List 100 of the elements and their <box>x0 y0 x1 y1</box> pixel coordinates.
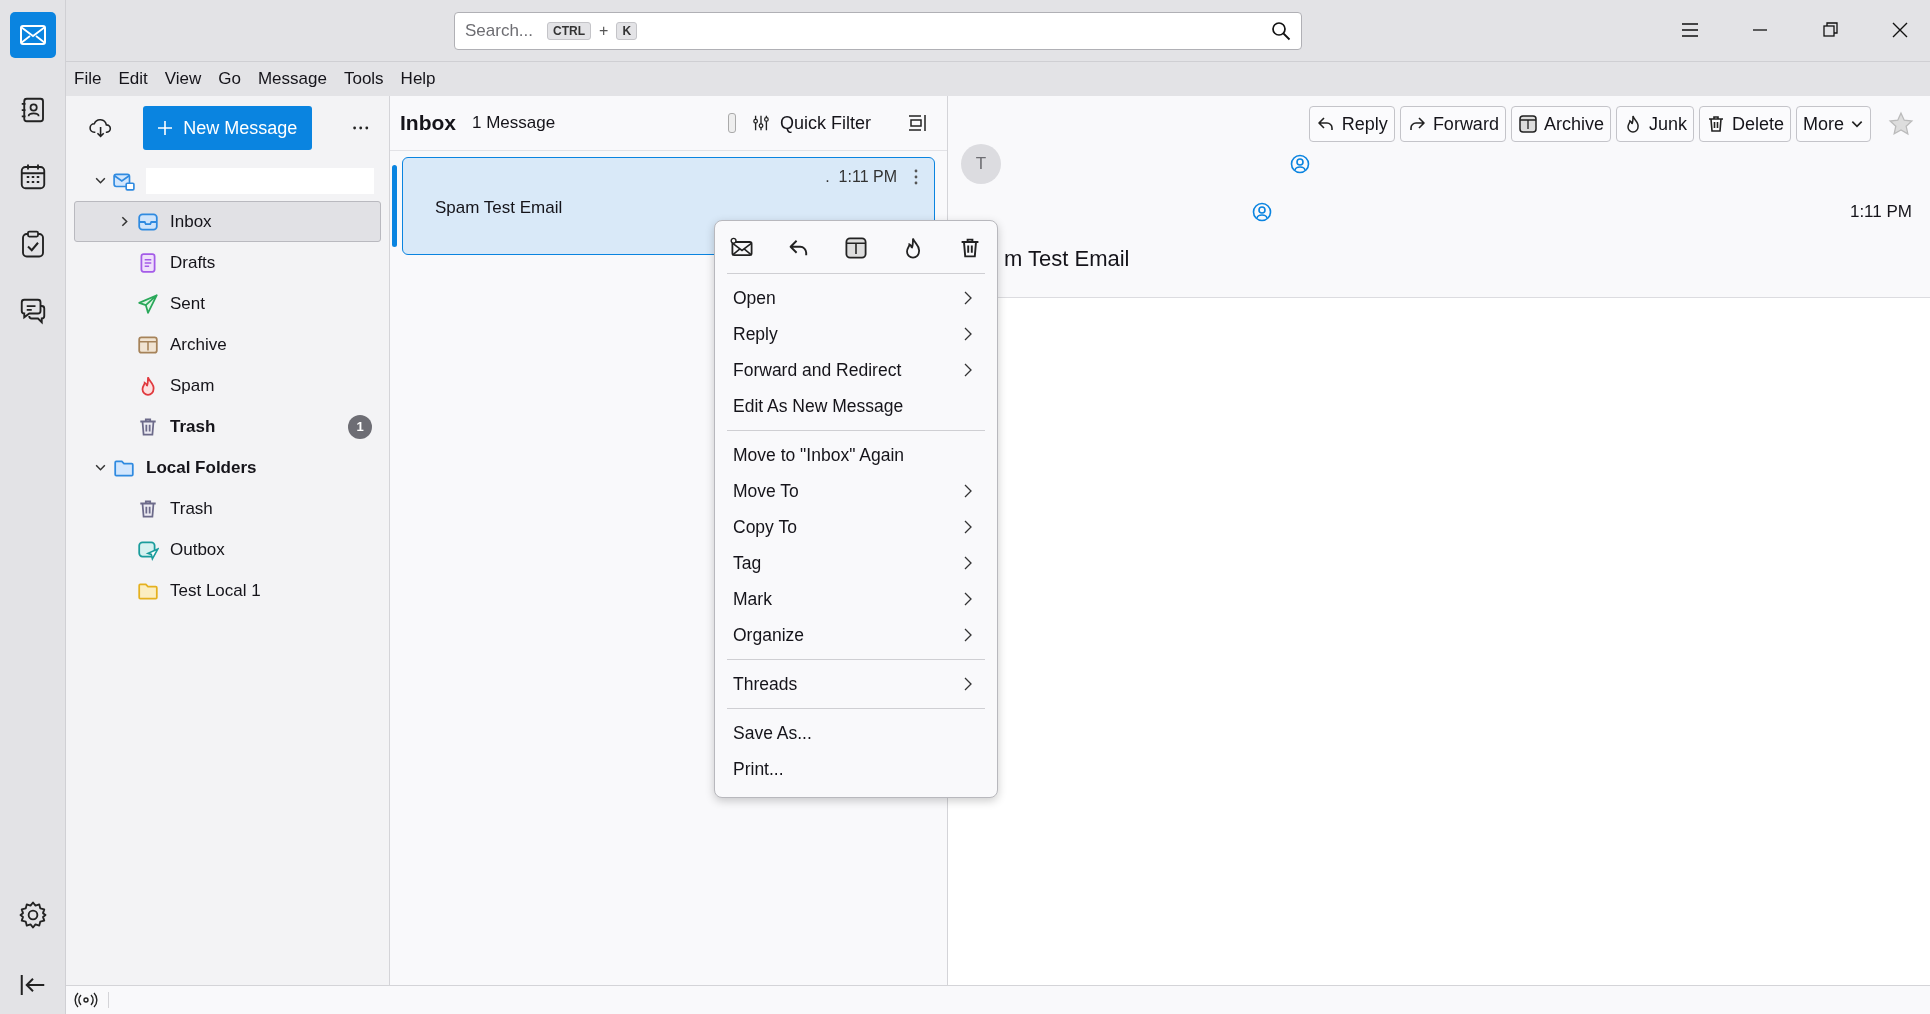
menu-item[interactable]: Reply <box>727 316 985 352</box>
plus-sign: + <box>599 22 609 40</box>
search-field[interactable]: Search... CTRL + K <box>454 12 1302 50</box>
trash-icon <box>137 415 159 438</box>
new-message-button[interactable]: New Message <box>143 106 312 150</box>
search-icon[interactable] <box>1271 21 1291 41</box>
folder-row[interactable]: Outbox <box>74 529 381 570</box>
message-subject: m Test Email <box>1004 246 1130 272</box>
menu-item-label: Edit As New Message <box>733 395 904 417</box>
folder-row[interactable]: Trash 1 <box>74 406 381 447</box>
folder-name: Local Folders <box>146 457 257 478</box>
menu-item-label: Move to "Inbox" Again <box>733 444 904 466</box>
menu-icon[interactable] <box>1680 20 1700 40</box>
close-icon[interactable] <box>1890 20 1910 40</box>
folder-row[interactable]: Trash <box>74 488 381 529</box>
menu-item-label: Print... <box>733 758 784 780</box>
folder-row[interactable]: Spam <box>74 365 381 406</box>
folder-row[interactable]: Sent <box>74 283 381 324</box>
menu-item[interactable]: Edit <box>118 69 148 89</box>
menu-item[interactable]: Move To <box>727 473 985 509</box>
folder-name: Archive <box>170 334 227 355</box>
message-time: 1:11 PM <box>1849 202 1912 222</box>
folder-row[interactable]: Drafts <box>74 242 381 283</box>
unread-count: 1 <box>348 414 372 439</box>
menu-item[interactable]: Organize <box>727 617 985 653</box>
more-options-icon[interactable] <box>351 125 369 131</box>
trash-icon <box>137 497 159 520</box>
menu-item-label: Tag <box>733 552 762 574</box>
inbox-icon <box>137 210 159 233</box>
folder-row[interactable]: Local Folders <box>74 447 381 488</box>
separator-dot: . <box>825 168 830 186</box>
menu-item-label: Reply <box>733 323 778 345</box>
folder-title: Inbox <box>400 111 456 135</box>
folder-name: Sent <box>170 293 205 314</box>
menu-item-label: Forward and Redirect <box>733 359 902 381</box>
contact-icon[interactable] <box>1252 202 1272 222</box>
menu-item[interactable]: Tools <box>343 69 384 89</box>
menu-item-label: Copy To <box>733 516 797 538</box>
menu-item[interactable]: Open <box>727 280 985 316</box>
menu-item[interactable]: Save As... <box>727 715 985 751</box>
connection-status-icon[interactable] <box>74 992 109 1008</box>
archive-box-icon <box>137 333 159 356</box>
menu-item-label: Open <box>733 287 776 309</box>
folder-name: Inbox <box>170 211 212 232</box>
message-time: 1:11 PM <box>838 168 897 186</box>
plus-icon <box>157 120 174 136</box>
contact-icon[interactable] <box>1290 154 1310 174</box>
outbox-icon <box>137 538 159 561</box>
folder-row[interactable]: Test Local 1 <box>74 570 381 611</box>
menu-item-label: Threads <box>733 673 798 695</box>
toggle-switch[interactable] <box>728 113 736 133</box>
menu-item[interactable]: Copy To <box>727 509 985 545</box>
archive-box-icon <box>1517 114 1538 134</box>
more-button[interactable]: More <box>1796 106 1871 142</box>
menu-item[interactable]: Edit As New Message <box>727 388 985 424</box>
menu-item[interactable]: Tag <box>727 545 985 581</box>
menu-item[interactable]: Print... <box>727 751 985 787</box>
archive-action-button[interactable] <box>843 235 869 261</box>
menu-item-label: Organize <box>733 624 804 646</box>
settings-icon[interactable] <box>17 900 48 930</box>
menu-item[interactable]: Help <box>400 69 436 89</box>
menu-item[interactable]: View <box>164 69 202 89</box>
junk-button[interactable]: Junk <box>1615 106 1694 142</box>
more-options-icon[interactable] <box>914 169 918 185</box>
folder-row[interactable]: Archive <box>74 324 381 365</box>
folder-row[interactable]: Inbox <box>74 201 381 242</box>
keyboard-key: CTRL <box>547 22 592 40</box>
sliders-icon <box>752 114 770 132</box>
menu-item-label: Move To <box>733 480 799 502</box>
folder-name: Test Local 1 <box>170 580 261 601</box>
paper-plane-icon <box>137 292 159 315</box>
quick-filter-button[interactable]: Quick Filter <box>752 112 871 134</box>
folder-name: Drafts <box>170 252 216 273</box>
list-layout-icon[interactable] <box>907 113 927 133</box>
search-placeholder: Search... <box>465 21 534 41</box>
menu-item[interactable]: Forward and Redirect <box>727 352 985 388</box>
menu-item[interactable]: File <box>74 69 102 89</box>
folder-name: Outbox <box>170 539 225 560</box>
message-count: 1 Message <box>472 113 556 133</box>
archive-box-icon <box>844 236 868 260</box>
mail-icon[interactable] <box>9 12 56 58</box>
reply-button[interactable]: Reply <box>1308 106 1395 142</box>
menu-item[interactable]: Mark <box>727 581 985 617</box>
menu-item[interactable]: Message <box>257 69 327 89</box>
delete-button[interactable]: Delete <box>1698 106 1791 142</box>
folder-name: Spam <box>170 375 215 396</box>
menu-item[interactable]: Threads <box>727 666 985 702</box>
archive-button[interactable]: Archive <box>1510 106 1611 142</box>
folder-name: Trash <box>170 416 216 437</box>
menu-item[interactable]: Move to "Inbox" Again <box>727 437 985 473</box>
forward-button[interactable]: Forward <box>1399 106 1506 142</box>
menu-item-label: Mark <box>733 588 772 610</box>
menu-item[interactable]: Go <box>218 69 241 89</box>
menu-item-label: Save As... <box>733 722 812 744</box>
folder-name: Trash <box>170 498 213 519</box>
star-icon[interactable] <box>1888 111 1914 137</box>
keyboard-key: K <box>616 22 638 40</box>
restore-icon[interactable] <box>1820 20 1840 40</box>
avatar: T <box>961 144 1001 184</box>
message-subject: Spam Test Email <box>435 198 563 218</box>
